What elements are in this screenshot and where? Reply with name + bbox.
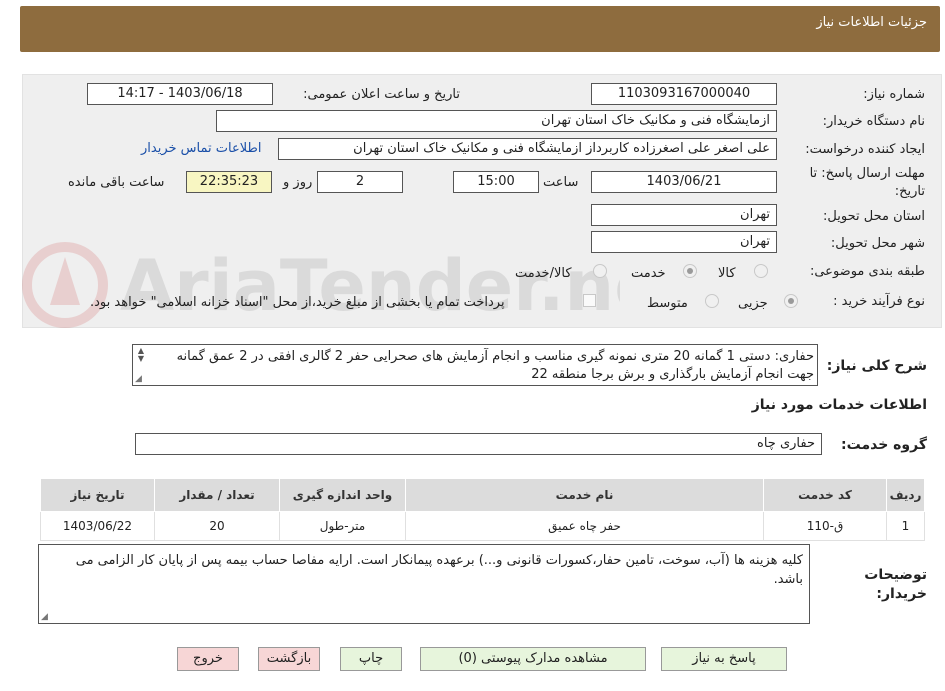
city-field: تهران bbox=[591, 231, 777, 253]
page-header bbox=[20, 6, 940, 52]
services-table: ردیف کد خدمت نام خدمت واحد اندازه گیری ت… bbox=[40, 478, 925, 541]
description-scroll-arrows[interactable]: ▲ ▼ bbox=[135, 347, 147, 363]
col-quantity: تعداد / مقدار bbox=[154, 478, 280, 512]
need-description-box: حفاری: دستی 1 گمانه 20 متری نمونه گیری م… bbox=[132, 344, 818, 386]
category-label: طبقه بندی موضوعی: bbox=[809, 264, 925, 279]
buyer-contact-link[interactable]: اطلاعات تماس خریدار bbox=[141, 141, 261, 156]
view-attachments-button[interactable]: مشاهده مدارک پیوستی (0) bbox=[420, 647, 646, 671]
cell-quantity: 20 bbox=[154, 511, 280, 541]
requester-label: ایجاد کننده درخواست: bbox=[805, 142, 925, 157]
treasury-payment-note: پرداخت تمام یا بخشی از مبلغ خرید،از محل … bbox=[90, 295, 505, 310]
category-goods-label: کالا bbox=[718, 266, 736, 281]
buyer-notes-label-1: توضیحات bbox=[864, 567, 927, 583]
service-group-label: گروه خدمت: bbox=[841, 437, 927, 453]
requester-field: علی اصغر علی اصغرزاده کاربرداز ازمایشگاه… bbox=[278, 138, 777, 160]
category-goods-service-label: کالا/خدمت bbox=[515, 266, 572, 281]
deadline-time-label: ساعت bbox=[543, 175, 579, 190]
cell-service-name: حفر چاه عمیق bbox=[405, 511, 764, 541]
col-service-code: کد خدمت bbox=[763, 478, 887, 512]
services-table-header: ردیف کد خدمت نام خدمت واحد اندازه گیری ت… bbox=[40, 478, 925, 512]
deadline-time-field: 15:00 bbox=[453, 171, 539, 193]
cell-need-date: 1403/06/22 bbox=[40, 511, 155, 541]
process-minor-radio[interactable] bbox=[784, 294, 798, 308]
remaining-time-label: ساعت باقی مانده bbox=[68, 175, 165, 190]
service-group-field: حفاری چاه bbox=[135, 433, 822, 455]
buyer-notes-box: کلیه هزینه ها (آب، سوخت، تامین حفار،کسور… bbox=[38, 544, 810, 624]
remaining-time-field: 22:35:23 bbox=[186, 171, 272, 193]
exit-button[interactable]: خروج bbox=[177, 647, 239, 671]
services-section-title: اطلاعات خدمات مورد نیاز bbox=[751, 397, 927, 413]
treasury-payment-checkbox[interactable] bbox=[583, 294, 596, 307]
category-goods-radio[interactable] bbox=[754, 264, 768, 278]
deadline-label: مهلت ارسال پاسخ: تا bbox=[809, 166, 925, 181]
process-medium-radio[interactable] bbox=[705, 294, 719, 308]
back-button[interactable]: بازگشت bbox=[258, 647, 320, 671]
cell-row: 1 bbox=[886, 511, 925, 541]
col-service-name: نام خدمت bbox=[405, 478, 764, 512]
days-field: 2 bbox=[317, 171, 403, 193]
deadline-date-field: 1403/06/21 bbox=[591, 171, 777, 193]
buyer-notes-label-2: خریدار: bbox=[876, 586, 927, 602]
category-service-radio[interactable] bbox=[683, 264, 697, 278]
cell-unit: متر-طول bbox=[279, 511, 406, 541]
category-service-label: خدمت bbox=[631, 266, 666, 281]
col-need-date: تاریخ نیاز bbox=[40, 478, 155, 512]
col-row: ردیف bbox=[886, 478, 925, 512]
need-number-label: شماره نیاز: bbox=[863, 87, 925, 102]
process-medium-label: متوسط bbox=[647, 296, 688, 311]
province-label: استان محل تحویل: bbox=[823, 209, 925, 224]
watermark-text: AriaTender.neT bbox=[120, 245, 620, 327]
table-row: 1 ق-110 حفر چاه عمیق متر-طول 20 1403/06/… bbox=[40, 511, 925, 541]
page-title: جزئیات اطلاعات نیاز bbox=[816, 15, 927, 30]
days-label: روز و bbox=[283, 175, 313, 190]
notes-resize-icon[interactable]: ◢ bbox=[41, 612, 48, 622]
buyer-org-label: نام دستگاه خریدار: bbox=[822, 114, 925, 129]
print-button[interactable]: چاپ bbox=[340, 647, 402, 671]
description-resize-icon[interactable]: ◢ bbox=[135, 374, 142, 384]
province-field: تهران bbox=[591, 204, 777, 226]
deadline-date-label: تاریخ: bbox=[894, 184, 925, 199]
process-type-label: نوع فرآیند خرید : bbox=[833, 294, 925, 309]
reply-button[interactable]: پاسخ به نیاز bbox=[661, 647, 787, 671]
city-label: شهر محل تحویل: bbox=[830, 236, 925, 251]
process-minor-label: جزیی bbox=[738, 296, 768, 311]
category-goods-service-radio[interactable] bbox=[593, 264, 607, 278]
announce-datetime-label: تاریخ و ساعت اعلان عمومی: bbox=[303, 87, 460, 102]
cell-service-code: ق-110 bbox=[763, 511, 887, 541]
col-unit: واحد اندازه گیری bbox=[279, 478, 406, 512]
need-description-label: شرح کلی نیاز: bbox=[826, 358, 927, 374]
need-description-text: حفاری: دستی 1 گمانه 20 متری نمونه گیری م… bbox=[176, 349, 814, 382]
announce-datetime-field: 1403/06/18 - 14:17 bbox=[87, 83, 273, 105]
buyer-notes-text: کلیه هزینه ها (آب، سوخت، تامین حفار،کسور… bbox=[75, 553, 803, 587]
watermark-logo: AriaTender.neT bbox=[22, 242, 620, 328]
buyer-org-field: ازمایشگاه فنی و مکانیک خاک استان تهران bbox=[216, 110, 777, 132]
need-number-field: 1103093167000040 bbox=[591, 83, 777, 105]
